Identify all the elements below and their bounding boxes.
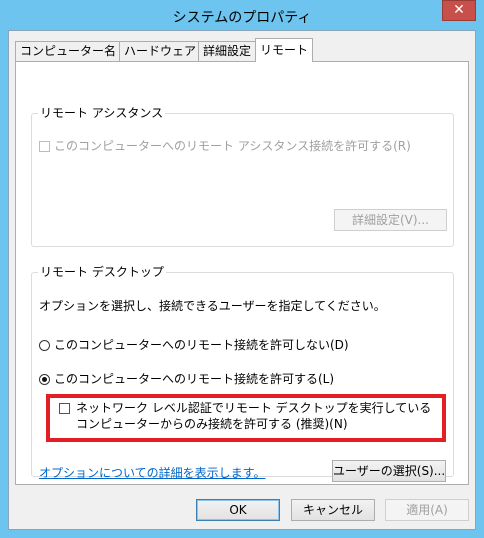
dialog-body: コンピューター名 ハードウェア 詳細設定 リモート リモート アシスタンス この… — [8, 30, 476, 530]
remote-desktop-group-title: リモート デスクトップ — [38, 265, 166, 279]
remote-assistance-checkbox-row[interactable]: このコンピューターへのリモート アシスタンス接続を許可する(R) — [39, 139, 411, 153]
remote-assistance-group-title: リモート アシスタンス — [38, 106, 166, 120]
radio-deny-remote-row[interactable]: このコンピューターへのリモート接続を許可しない(D) — [39, 338, 349, 352]
window-title: システムのプロパティ — [172, 10, 312, 26]
checkbox-icon[interactable] — [59, 403, 70, 414]
options-help-row[interactable]: オプションについての詳細を表示します。 — [39, 466, 265, 480]
system-properties-window: システムのプロパティ ✕ コンピューター名 ハードウェア 詳細設定 リモート リ… — [0, 0, 484, 538]
select-users-button[interactable]: ユーザーの選択(S)... — [332, 460, 446, 482]
checkbox-icon[interactable] — [39, 141, 50, 152]
tab-advanced[interactable]: 詳細設定 — [198, 41, 257, 61]
tab-computer-name[interactable]: コンピューター名 — [15, 41, 122, 61]
radio-icon[interactable] — [39, 374, 50, 385]
close-icon: ✕ — [453, 2, 465, 18]
tab-panel-remote: リモート アシスタンス このコンピューターへのリモート アシスタンス接続を許可す… — [15, 61, 469, 485]
remote-assistance-advanced-button[interactable]: 詳細設定(V)... — [334, 209, 447, 231]
radio-deny-remote-label: このコンピューターへのリモート接続を許可しない(D) — [54, 338, 349, 352]
tab-hardware[interactable]: ハードウェア — [119, 41, 202, 61]
tab-remote[interactable]: リモート — [255, 38, 314, 62]
remote-assistance-allow-label: このコンピューターへのリモート アシスタンス接続を許可する(R) — [54, 139, 411, 153]
cancel-button[interactable]: キャンセル — [291, 499, 375, 521]
ok-button[interactable]: OK — [196, 499, 280, 521]
close-button[interactable]: ✕ — [442, 0, 476, 21]
remote-desktop-instruction: オプションを選択し、接続できるユーザーを指定してください。 — [39, 299, 386, 313]
nla-checkbox-label[interactable]: ネットワーク レベル認証でリモート デスクトップを実行しているコンピューターから… — [76, 400, 436, 432]
radio-allow-remote-label: このコンピューターへのリモート接続を許可する(L) — [54, 372, 335, 386]
radio-allow-remote-row[interactable]: このコンピューターへのリモート接続を許可する(L) — [39, 372, 334, 386]
options-help-link[interactable]: オプションについての詳細を表示します。 — [39, 466, 265, 480]
radio-icon[interactable] — [39, 340, 50, 351]
apply-button[interactable]: 適用(A) — [385, 499, 469, 521]
title-bar[interactable]: システムのプロパティ ✕ — [0, 0, 484, 30]
